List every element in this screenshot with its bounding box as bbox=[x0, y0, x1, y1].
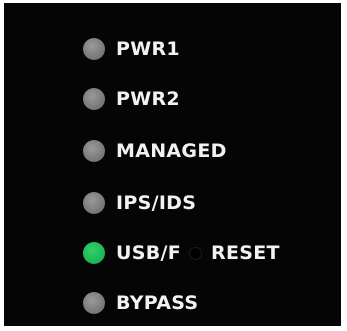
led-indicator-icon bbox=[83, 88, 105, 110]
indicator-pwr1: PWR1 bbox=[83, 35, 180, 63]
led-indicator-icon bbox=[83, 192, 105, 214]
indicator-label: USB/F bbox=[116, 242, 182, 264]
reset-label: RESET bbox=[211, 242, 280, 264]
indicator-label: IPS/IDS bbox=[116, 192, 197, 214]
indicator-label: PWR2 bbox=[116, 88, 180, 110]
indicator-bypass: BYPASS bbox=[83, 289, 198, 317]
indicator-label: PWR1 bbox=[116, 38, 180, 60]
led-indicator-icon bbox=[83, 242, 105, 264]
indicator-pwr2: PWR2 bbox=[83, 85, 180, 113]
led-indicator-icon bbox=[83, 140, 105, 162]
indicator-ips-ids: IPS/IDS bbox=[83, 189, 196, 217]
indicator-label: BYPASS bbox=[116, 292, 199, 314]
led-indicator-icon bbox=[83, 38, 105, 60]
indicator-managed: MANAGED bbox=[83, 137, 227, 165]
led-status-panel: PWR1 PWR2 MANAGED IPS/IDS USB/F RESET BY… bbox=[4, 3, 341, 326]
indicator-usb-f: USB/F RESET bbox=[83, 239, 280, 267]
indicator-label: MANAGED bbox=[116, 140, 227, 162]
reset-pinhole-icon[interactable] bbox=[189, 246, 203, 260]
led-indicator-icon bbox=[83, 292, 105, 314]
